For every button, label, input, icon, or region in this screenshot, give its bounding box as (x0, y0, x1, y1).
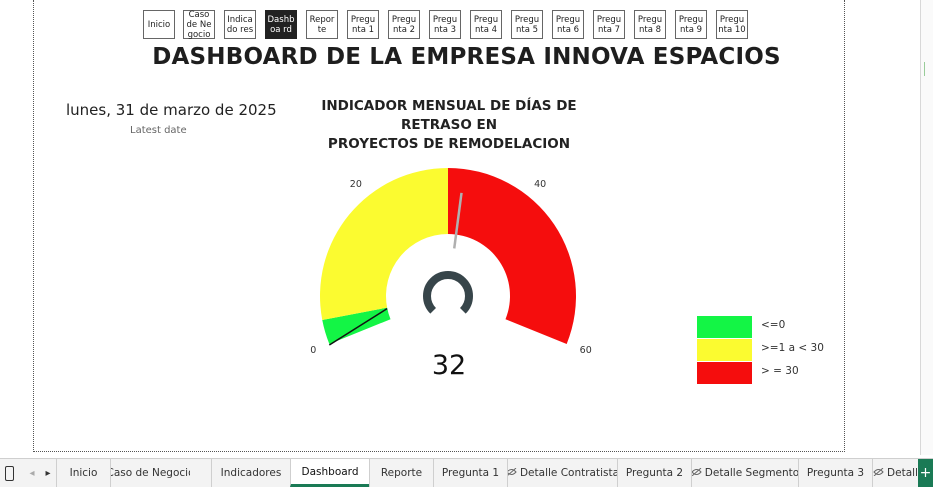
legend-swatch (697, 362, 752, 384)
page-tab-label: Reporte (380, 467, 423, 479)
legend-item: >=1 a < 30 (697, 339, 837, 361)
page-tab-label: Pregunta 1 (441, 467, 500, 479)
page-tab-7[interactable]: Detalle Contratista (507, 459, 617, 487)
hidden-page-icon (873, 467, 884, 479)
gauge-hub (423, 271, 473, 314)
legend-item: <=0 (697, 316, 837, 338)
page-tab-2[interactable]: Caso de Negocio (110, 459, 190, 487)
scroll-right-icon[interactable]: ▸ (42, 459, 54, 487)
page-tab-label: Caso de Negocio (110, 467, 190, 479)
page-tab-label: Inicio (69, 467, 98, 479)
page-tab-1[interactable]: Inicio (56, 459, 110, 487)
legend-label: >=1 a < 30 (761, 342, 824, 354)
gauge-chart[interactable]: 0 20 40 60 (0, 0, 933, 458)
legend-label: > = 30 (761, 365, 799, 377)
legend-swatch (697, 316, 752, 338)
gauge-band-3 (448, 168, 576, 344)
gauge-tick-label: 20 (350, 179, 362, 190)
add-page-button[interactable]: + (918, 459, 933, 487)
gauge-tick-label: 40 (534, 179, 546, 190)
page-tab-bar: ◂ ▸ Inicio Caso de Negocio Indicadores Dash… (0, 458, 933, 487)
legend-item: > = 30 (697, 362, 837, 384)
page-tab-10[interactable]: Pregunta 3 (798, 459, 872, 487)
page-tab-4[interactable]: Dashboard (290, 459, 369, 487)
legend-label: <=0 (761, 319, 786, 331)
page-tab-5[interactable]: Reporte (369, 459, 433, 487)
gauge-value: 32 (431, 350, 467, 381)
page-tab-label: Detalle Contratista (519, 467, 617, 479)
hidden-page-icon (508, 467, 517, 479)
page-tab-label: Detalle Segmento (704, 467, 798, 479)
page-tab-label: Dashboard (301, 465, 359, 478)
gauge-tick-label: 60 (580, 345, 592, 356)
hidden-page-icon (692, 467, 702, 479)
page-tab-label: Pregunta 2 (625, 467, 684, 479)
page-tab-label: Pregunta 3 (806, 467, 865, 479)
page-tab-label: Indicadores (220, 467, 282, 479)
mobile-layout-icon[interactable] (2, 459, 16, 487)
gauge-tick-label: 0 (310, 345, 316, 356)
page-tab-label: Detall (887, 467, 918, 479)
scroll-left-icon[interactable]: ◂ (26, 459, 38, 487)
page-tab-8[interactable]: Pregunta 2 (617, 459, 691, 487)
page-tab-11[interactable]: Detall (872, 459, 918, 487)
page-tab-9[interactable]: Detalle Segmento (691, 459, 798, 487)
page-tab-3[interactable]: Indicadores (211, 459, 290, 487)
legend-swatch (697, 339, 752, 361)
page-tab-6[interactable]: Pregunta 1 (433, 459, 507, 487)
